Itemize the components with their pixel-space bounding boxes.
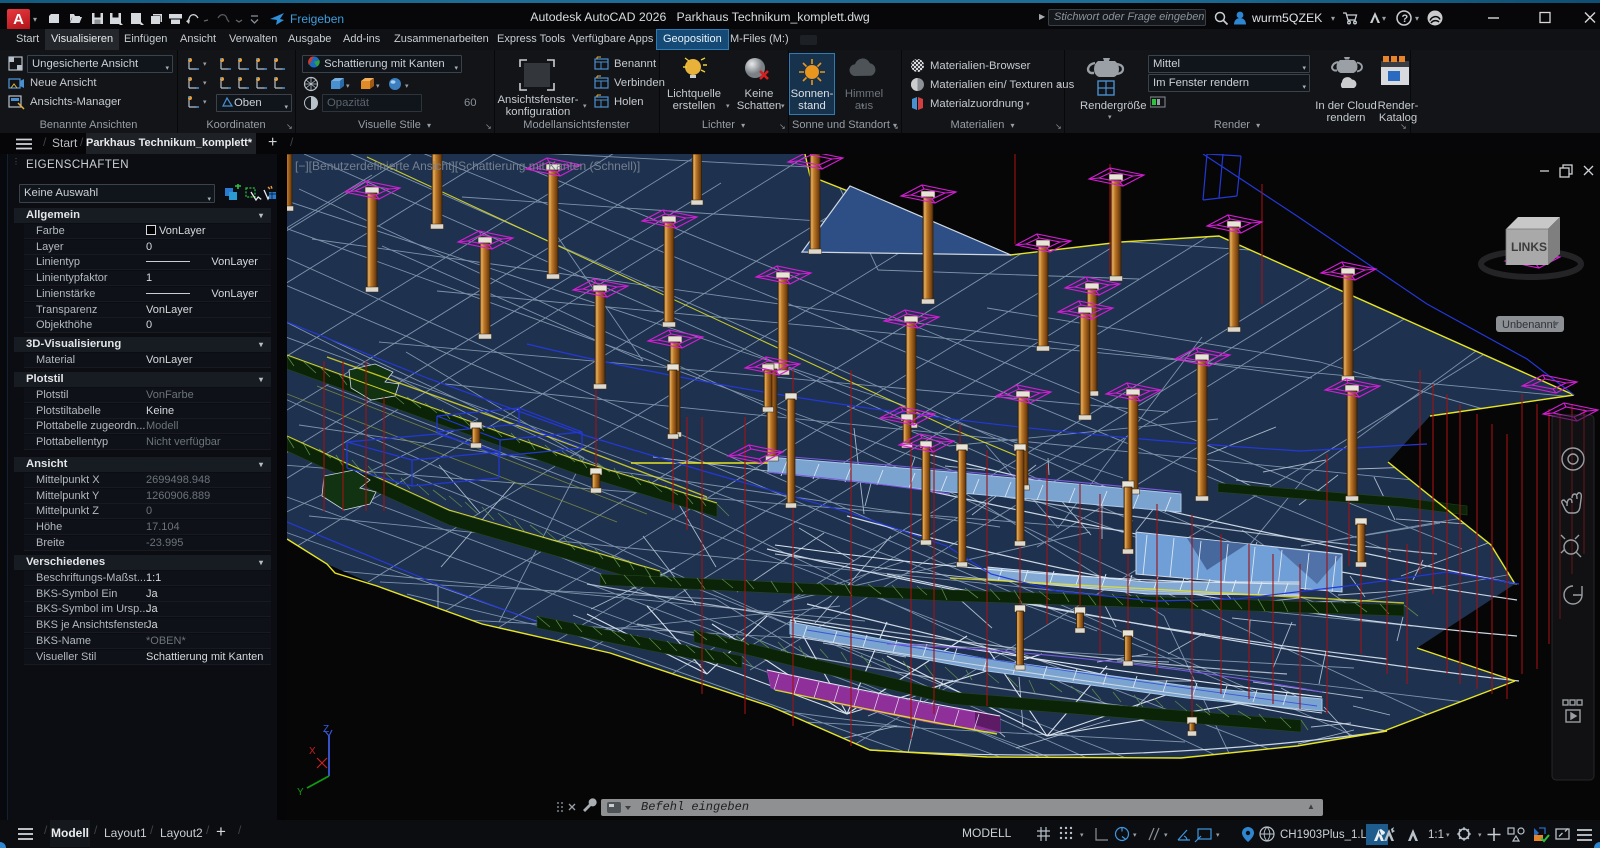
svg-text:▾: ▾ [405, 83, 409, 90]
svg-text:▾: ▾ [1216, 832, 1220, 839]
svg-text:Freigeben: Freigeben [290, 12, 344, 26]
svg-text:▾: ▾ [1446, 832, 1450, 839]
svg-text:▾: ▾ [1133, 832, 1137, 839]
svg-text:▾: ▾ [376, 83, 380, 90]
svg-text:▾: ▾ [1415, 14, 1419, 23]
svg-text:[−][Benutzerdefinierte Ansicht: [−][Benutzerdefinierte Ansicht][Schattie… [295, 159, 640, 173]
svg-text:?: ? [1402, 13, 1409, 25]
svg-text:▾: ▾ [1164, 832, 1168, 839]
svg-text:Unbenannt: Unbenannt [1502, 319, 1556, 331]
svg-text:▾: ▾ [1478, 832, 1482, 839]
svg-text:Z: Z [323, 724, 329, 735]
svg-text:Y: Y [297, 787, 304, 798]
svg-text:▾: ▾ [1331, 14, 1335, 23]
svg-text:wurm5QZEK: wurm5QZEK [1251, 11, 1323, 25]
svg-text:▾: ▾ [1382, 14, 1386, 23]
svg-text:1:1: 1:1 [1428, 829, 1444, 841]
svg-text:LINKS: LINKS [1511, 240, 1547, 254]
svg-text:▾: ▾ [1080, 832, 1084, 839]
svg-text:X: X [309, 746, 316, 757]
svg-text:▾: ▾ [346, 83, 350, 90]
